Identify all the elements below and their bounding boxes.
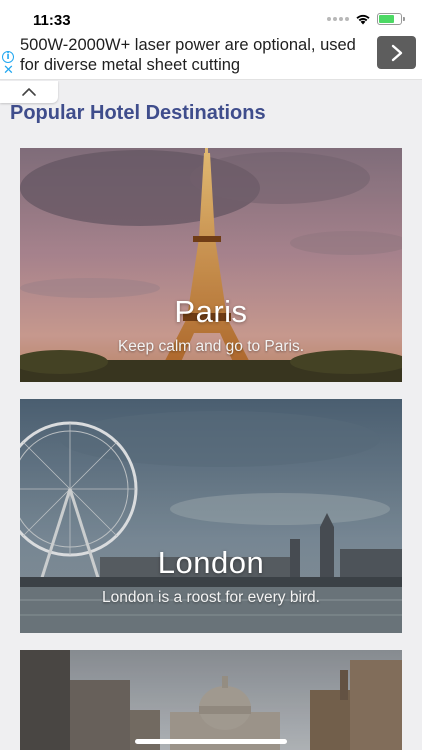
destination-tagline: London is a roost for every bird. [102,589,320,606]
status-icons [327,13,405,25]
destination-name: London [157,545,265,580]
status-time: 11:33 [33,12,71,29]
chevron-right-icon [391,44,402,61]
destination-name: Paris [174,294,248,329]
ad-banner[interactable]: i ✕ 500W-2000W+ laser power are optional… [0,34,422,80]
ad-open-button[interactable] [377,36,416,69]
destination-card-paris[interactable]: Paris Keep calm and go to Paris. [20,148,402,382]
chevron-up-icon [22,88,36,96]
home-indicator[interactable] [135,739,287,744]
section-title: Popular Hotel Destinations [10,102,266,124]
ad-text[interactable]: 500W-2000W+ laser power are optional, us… [20,35,365,75]
signal-icon [327,17,349,21]
destination-card-rome[interactable] [20,650,402,750]
wifi-icon [356,14,370,25]
ad-close-icon[interactable]: ✕ [3,64,14,77]
ad-info-icon[interactable]: i [2,51,14,63]
destination-card-london[interactable]: London London is a roost for every bird. [20,399,402,633]
destination-tagline: Keep calm and go to Paris. [117,338,305,355]
collapse-ad-button[interactable] [0,81,58,103]
status-bar: 11:33 [0,0,422,34]
rome-photo [20,650,402,750]
battery-icon [377,13,405,25]
